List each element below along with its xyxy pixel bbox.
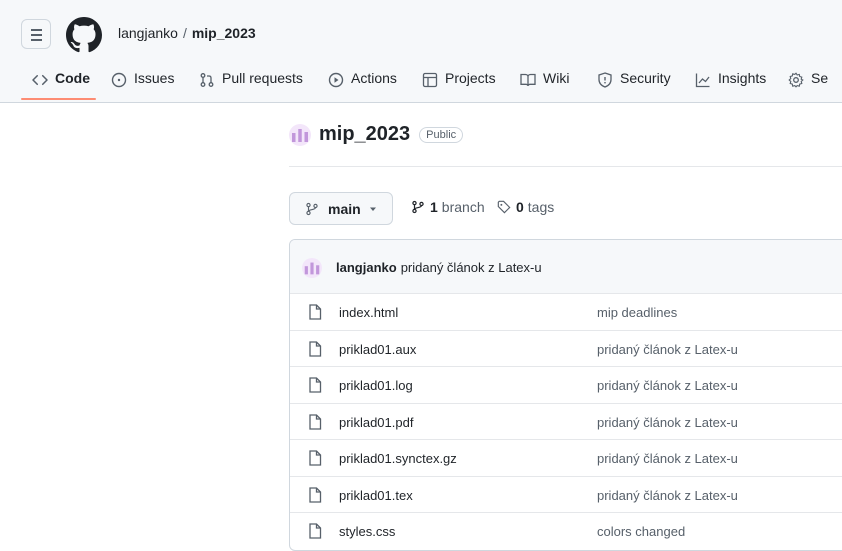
- hamburger-menu-button[interactable]: [21, 19, 51, 49]
- file-icon: [308, 340, 322, 362]
- tag-count: 0: [516, 199, 524, 215]
- file-commit-message[interactable]: mip deadlines: [597, 305, 677, 320]
- file-icon: [308, 450, 322, 471]
- file-row[interactable]: priklad01.tex pridaný článok z Latex-u: [290, 475, 842, 512]
- latest-commit-bar: langjanko pridaný článok z Latex-u: [290, 240, 842, 294]
- latest-commit-text: langjanko pridaný článok z Latex-u: [336, 260, 542, 275]
- file-name-link[interactable]: index.html: [339, 305, 398, 320]
- tab-projects-label: Projects: [445, 70, 496, 86]
- tab-pull-requests-label: Pull requests: [222, 70, 303, 86]
- file-row[interactable]: priklad01.log pridaný článok z Latex-u: [290, 366, 842, 402]
- file-name-link[interactable]: priklad01.tex: [339, 488, 413, 503]
- hamburger-menu-icon-bar: [31, 39, 42, 41]
- file-icon: [308, 486, 322, 508]
- tab-pull-requests[interactable]: Pull requests: [199, 70, 303, 102]
- file-commit-message[interactable]: pridaný článok z Latex-u: [597, 488, 738, 503]
- file-commit-message[interactable]: pridaný článok z Latex-u: [597, 342, 738, 357]
- issue-opened-icon: [111, 72, 127, 88]
- file-icon: [308, 377, 322, 398]
- repo-owner-avatar[interactable]: [289, 123, 311, 146]
- file-commit-message[interactable]: pridaný článok z Latex-u: [597, 451, 738, 466]
- owner-link[interactable]: langjanko: [118, 25, 178, 41]
- git-branch-icon: [412, 200, 424, 214]
- book-icon: [520, 73, 536, 87]
- tag-icon: [497, 200, 511, 214]
- tab-insights-label: Insights: [718, 70, 767, 86]
- file-row[interactable]: priklad01.aux pridaný článok z Latex-u: [290, 329, 842, 366]
- tab-wiki[interactable]: Wiki: [520, 70, 569, 102]
- breadcrumb-separator: /: [182, 25, 187, 41]
- repo-link[interactable]: mip_2023: [192, 25, 256, 41]
- hamburger-menu-icon-bar: [31, 34, 42, 36]
- tab-settings-label: Se: [811, 70, 829, 86]
- tab-security[interactable]: Security: [597, 70, 671, 102]
- commit-author[interactable]: langjanko: [336, 260, 397, 275]
- hamburger-menu-icon: [31, 29, 42, 31]
- file-icon: [308, 523, 322, 544]
- file-commit-message[interactable]: pridaný článok z Latex-u: [597, 415, 738, 430]
- branch-select-button[interactable]: main: [289, 192, 393, 225]
- file-row[interactable]: index.html mip deadlines: [290, 293, 842, 329]
- visibility-badge: Public: [419, 126, 464, 143]
- file-icon: [308, 413, 322, 435]
- tab-code-label: Code: [55, 70, 90, 86]
- current-branch: main: [328, 200, 361, 217]
- tag-label: tags: [527, 199, 555, 215]
- file-name-link[interactable]: priklad01.pdf: [339, 415, 413, 430]
- file-listing: langjanko pridaný článok z Latex-u index.…: [289, 239, 842, 551]
- code-icon: [32, 74, 48, 86]
- table-icon: [422, 72, 438, 88]
- tab-issues[interactable]: Issues: [111, 70, 174, 102]
- file-row[interactable]: styles.css colors changed: [290, 512, 842, 548]
- branches-link[interactable]: 1 branch: [411, 199, 485, 215]
- file-icon: [308, 304, 322, 325]
- repo-title: mip_2023 Public: [289, 123, 464, 146]
- gear-icon: [788, 72, 804, 88]
- title-divider: [289, 166, 842, 167]
- tab-actions-label: Actions: [351, 70, 397, 86]
- commit-message[interactable]: pridaný článok z Latex-u: [401, 260, 542, 275]
- file-name-link[interactable]: priklad01.synctex.gz: [339, 451, 457, 466]
- commit-author-avatar[interactable]: [302, 258, 322, 278]
- file-commit-message[interactable]: pridaný článok z Latex-u: [597, 378, 738, 393]
- file-name-link[interactable]: priklad01.log: [339, 378, 413, 393]
- git-branch-icon: [306, 202, 318, 215]
- github-logo-icon[interactable]: [66, 17, 102, 53]
- file-name-link[interactable]: priklad01.aux: [339, 342, 416, 357]
- tab-settings[interactable]: Se: [788, 70, 828, 102]
- branch-count: 1: [430, 199, 438, 215]
- caret-down-icon: [369, 207, 376, 211]
- file-row[interactable]: priklad01.synctex.gz pridaný článok z Lat…: [290, 439, 842, 475]
- tab-projects[interactable]: Projects: [422, 70, 496, 102]
- tags-link[interactable]: 0 tags: [497, 199, 554, 215]
- selected-tab-underline: [21, 98, 96, 100]
- branch-label: branch: [441, 199, 485, 215]
- tab-issues-label: Issues: [134, 70, 175, 86]
- file-row[interactable]: priklad01.pdf pridaný článok z Latex-u: [290, 402, 842, 439]
- play-icon: [328, 72, 344, 88]
- tab-security-label: Security: [620, 70, 671, 86]
- breadcrumb: langjanko / mip_2023: [118, 25, 256, 41]
- tab-actions[interactable]: Actions: [328, 70, 397, 102]
- tab-insights[interactable]: Insights: [695, 70, 766, 102]
- tab-wiki-label: Wiki: [543, 70, 570, 86]
- graph-icon: [695, 73, 710, 88]
- shield-icon: [598, 72, 612, 88]
- repo-header: langjanko / mip_2023 Code Issues Pull requ…: [0, 0, 842, 103]
- repo-name[interactable]: mip_2023: [319, 123, 410, 146]
- git-pull-request-icon: [200, 73, 214, 87]
